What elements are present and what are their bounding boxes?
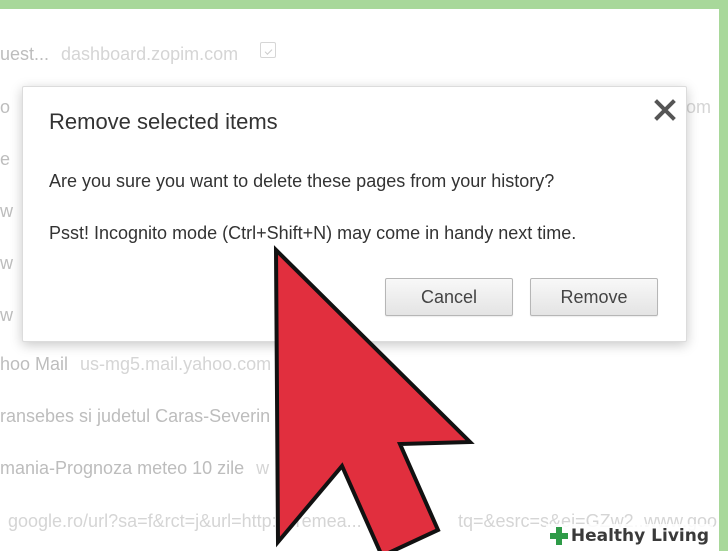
history-row[interactable]: uest... dashboard.zopim.com [0,44,238,65]
history-title: uest... [0,44,50,64]
arrow-cursor-shape [273,245,475,551]
history-url: dashboard.zopim.com [61,44,239,64]
history-title: o [0,97,11,117]
history-url-fragment: om [686,97,712,117]
close-x-icon [654,99,676,121]
close-button[interactable] [650,95,680,125]
history-title: w [0,305,13,325]
history-row[interactable]: w [0,305,13,326]
remove-button[interactable]: Remove [530,278,658,316]
history-title: ransebes si judetul Caras-Severin [0,406,271,426]
plus-icon [549,527,568,545]
history-row[interactable]: e [0,149,10,170]
history-page: uest... dashboard.zopim.com o om e w w w … [0,9,719,551]
history-title: w [0,201,13,221]
dialog-message: Are you sure you want to delete these pa… [49,171,555,191]
dialog-title: Remove selected items [49,109,278,134]
history-row[interactable]: hoo Mail us-mg5.mail.yahoo.com [0,354,271,375]
history-row[interactable]: o [0,97,10,118]
history-row[interactable]: w [0,201,13,222]
history-row[interactable]: w [0,253,13,274]
arrow-cursor-icon [260,244,475,551]
history-title: e [0,149,11,169]
history-title: w [0,253,13,273]
incognito-tip: Psst! Incognito mode (Ctrl+Shift+N) may … [49,223,577,243]
history-title: mania-Prognoza meteo 10 zile [0,458,245,478]
watermark-text: Healthy Living [570,526,709,546]
history-title: hoo Mail [0,354,69,374]
healthy-living-watermark: Healthy Living [545,524,713,548]
history-row[interactable]: ransebes si judetul Caras-Severin [0,406,270,427]
row-checkbox[interactable] [260,42,276,58]
history-url: us-mg5.mail.yahoo.com [80,354,272,374]
history-row[interactable]: mania-Prognoza meteo 10 zile w [0,458,269,479]
